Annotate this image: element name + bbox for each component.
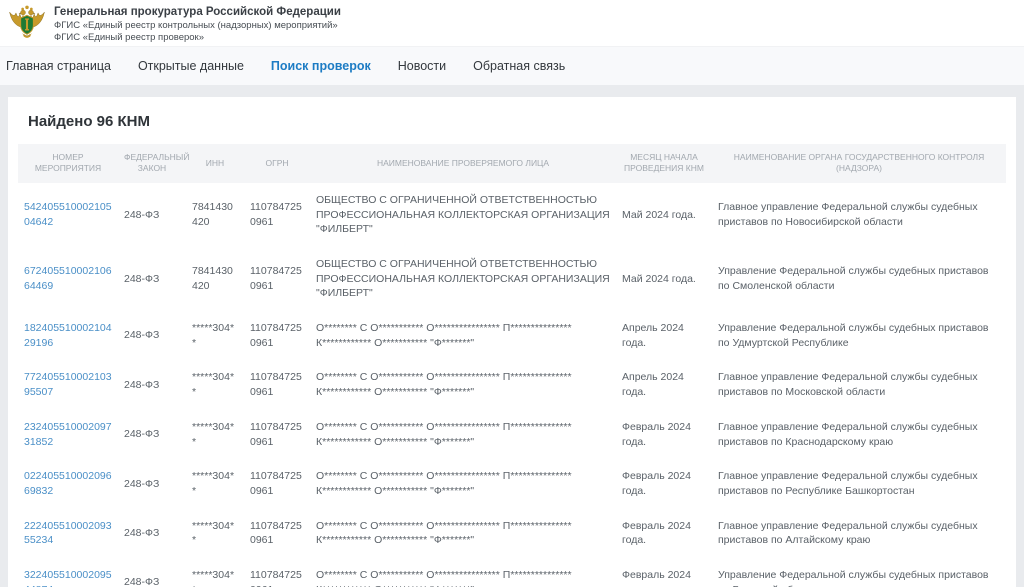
cell-federal-law: 248-ФЗ — [118, 311, 186, 360]
cell-start-month: Апрель 2024 года. — [616, 311, 712, 360]
cell-federal-law: 248-ФЗ — [118, 459, 186, 508]
cell-entity-name: О******** С О*********** О**************… — [310, 360, 616, 409]
cell-entity-name: О******** С О*********** О**************… — [310, 509, 616, 558]
cell-control-organ: Главное управление Федеральной службы су… — [712, 459, 1006, 508]
results-table: НОМЕР МЕРОПРИЯТИЯ ФЕДЕРАЛЬНЫЙ ЗАКОН ИНН … — [18, 144, 1006, 587]
cell-start-month: Февраль 2024 года. — [616, 410, 712, 459]
cell-entity-name: О******** С О*********** О**************… — [310, 311, 616, 360]
cell-inn: 7841430420 — [186, 183, 244, 247]
cell-entity-name: О******** С О*********** О**************… — [310, 558, 616, 587]
results-table-body: 54240551000210504642 248-ФЗ 7841430420 1… — [18, 183, 1006, 587]
inspection-number-link[interactable]: 22240551000209355234 — [24, 520, 112, 547]
cell-inspection-number: 18240551000210429196 — [18, 311, 118, 360]
cell-inspection-number: 54240551000210504642 — [18, 183, 118, 247]
cell-start-month: Апрель 2024 года. — [616, 360, 712, 409]
column-header-control-organ: НАИМЕНОВАНИЕ ОРГАНА ГОСУДАРСТВЕННОГО КОН… — [712, 144, 1006, 183]
cell-start-month: Февраль 2024 года. — [616, 558, 712, 587]
cell-inspection-number: 67240551000210664469 — [18, 247, 118, 311]
cell-inspection-number: 77240551000210395507 — [18, 360, 118, 409]
results-table-header: НОМЕР МЕРОПРИЯТИЯ ФЕДЕРАЛЬНЫЙ ЗАКОН ИНН … — [18, 144, 1006, 183]
table-row: 02240551000209669832 248-ФЗ *****304** 1… — [18, 459, 1006, 508]
column-header-number: НОМЕР МЕРОПРИЯТИЯ — [18, 144, 118, 183]
column-header-start-month: МЕСЯЦ НАЧАЛА ПРОВЕДЕНИЯ КНМ — [616, 144, 712, 183]
table-row: 18240551000210429196 248-ФЗ *****304** 1… — [18, 311, 1006, 360]
cell-federal-law: 248-ФЗ — [118, 247, 186, 311]
table-row: 54240551000210504642 248-ФЗ 7841430420 1… — [18, 183, 1006, 247]
cell-inn: *****304** — [186, 311, 244, 360]
cell-entity-name: ОБЩЕСТВО С ОГРАНИЧЕННОЙ ОТВЕТСТВЕННОСТЬЮ… — [310, 183, 616, 247]
cell-start-month: Май 2024 года. — [616, 247, 712, 311]
cell-inspection-number: 22240551000209355234 — [18, 509, 118, 558]
cell-control-organ: Управление Федеральной службы судебных п… — [712, 558, 1006, 587]
cell-federal-law: 248-ФЗ — [118, 558, 186, 587]
inspection-number-link[interactable]: 67240551000210664469 — [24, 265, 112, 292]
cell-control-organ: Управление Федеральной службы судебных п… — [712, 247, 1006, 311]
cell-inn: *****304** — [186, 509, 244, 558]
cell-inn: *****304** — [186, 459, 244, 508]
cell-control-organ: Управление Федеральной службы судебных п… — [712, 311, 1006, 360]
cell-control-organ: Главное управление Федеральной службы су… — [712, 360, 1006, 409]
cell-ogrn: 1107847250961 — [244, 459, 310, 508]
column-header-entity-name: НАИМЕНОВАНИЕ ПРОВЕРЯЕМОГО ЛИЦА — [310, 144, 616, 183]
results-count-title: Найдено 96 КНМ — [28, 113, 1006, 130]
table-row: 32240551000209544874 248-ФЗ *****304** 1… — [18, 558, 1006, 587]
cell-inspection-number: 32240551000209544874 — [18, 558, 118, 587]
cell-start-month: Февраль 2024 года. — [616, 509, 712, 558]
cell-inn: *****304** — [186, 410, 244, 459]
nav-item-feedback[interactable]: Обратная связь — [473, 59, 565, 73]
cell-federal-law: 248-ФЗ — [118, 183, 186, 247]
cell-entity-name: ОБЩЕСТВО С ОГРАНИЧЕННОЙ ОТВЕТСТВЕННОСТЬЮ… — [310, 247, 616, 311]
nav-item-search-inspections[interactable]: Поиск проверок — [271, 59, 371, 73]
table-row: 77240551000210395507 248-ФЗ *****304** 1… — [18, 360, 1006, 409]
org-title: Генеральная прокуратура Российской Федер… — [54, 6, 341, 20]
cell-inspection-number: 02240551000209669832 — [18, 459, 118, 508]
cell-start-month: Февраль 2024 года. — [616, 459, 712, 508]
inspection-number-link[interactable]: 02240551000209669832 — [24, 470, 112, 497]
table-row: 22240551000209355234 248-ФЗ *****304** 1… — [18, 509, 1006, 558]
cell-inspection-number: 23240551000209731852 — [18, 410, 118, 459]
fgis-subtitle-2: ФГИС «Единый реестр проверок» — [54, 32, 341, 44]
cell-inn: *****304** — [186, 558, 244, 587]
results-card: Найдено 96 КНМ НОМЕР МЕРОПРИЯТИЯ ФЕДЕРАЛ… — [8, 97, 1016, 587]
column-header-law: ФЕДЕРАЛЬНЫЙ ЗАКОН — [118, 144, 186, 183]
fgis-subtitle-1: ФГИС «Единый реестр контрольных (надзорн… — [54, 20, 341, 32]
site-header: Генеральная прокуратура Российской Федер… — [0, 0, 1024, 46]
inspection-number-link[interactable]: 23240551000209731852 — [24, 421, 112, 448]
site-title-block: Генеральная прокуратура Российской Федер… — [54, 4, 341, 44]
cell-ogrn: 1107847250961 — [244, 558, 310, 587]
cell-ogrn: 1107847250961 — [244, 360, 310, 409]
cell-ogrn: 1107847250961 — [244, 410, 310, 459]
inspection-number-link[interactable]: 54240551000210504642 — [24, 201, 112, 228]
nav-item-open-data[interactable]: Открытые данные — [138, 59, 244, 73]
cell-ogrn: 1107847250961 — [244, 311, 310, 360]
cell-start-month: Май 2024 года. — [616, 183, 712, 247]
cell-federal-law: 248-ФЗ — [118, 509, 186, 558]
cell-control-organ: Главное управление Федеральной службы су… — [712, 183, 1006, 247]
nav-item-news[interactable]: Новости — [398, 59, 446, 73]
cell-federal-law: 248-ФЗ — [118, 410, 186, 459]
cell-inn: *****304** — [186, 360, 244, 409]
cell-control-organ: Главное управление Федеральной службы су… — [712, 410, 1006, 459]
main-nav: Главная страница Открытые данные Поиск п… — [0, 46, 1024, 85]
nav-item-home[interactable]: Главная страница — [6, 59, 111, 73]
cell-ogrn: 1107847250961 — [244, 247, 310, 311]
cell-entity-name: О******** С О*********** О**************… — [310, 459, 616, 508]
column-header-ogrn: ОГРН — [244, 144, 310, 183]
cell-federal-law: 248-ФЗ — [118, 360, 186, 409]
inspection-number-link[interactable]: 32240551000209544874 — [24, 569, 112, 587]
inspection-number-link[interactable]: 18240551000210429196 — [24, 322, 112, 349]
cell-ogrn: 1107847250961 — [244, 509, 310, 558]
cell-inn: 7841430420 — [186, 247, 244, 311]
cell-ogrn: 1107847250961 — [244, 183, 310, 247]
cell-control-organ: Главное управление Федеральной службы су… — [712, 509, 1006, 558]
table-row: 67240551000210664469 248-ФЗ 7841430420 1… — [18, 247, 1006, 311]
column-header-inn: ИНН — [186, 144, 244, 183]
inspection-number-link[interactable]: 77240551000210395507 — [24, 371, 112, 398]
prosecutor-emblem-icon — [8, 4, 46, 44]
cell-entity-name: О******** С О*********** О**************… — [310, 410, 616, 459]
table-row: 23240551000209731852 248-ФЗ *****304** 1… — [18, 410, 1006, 459]
